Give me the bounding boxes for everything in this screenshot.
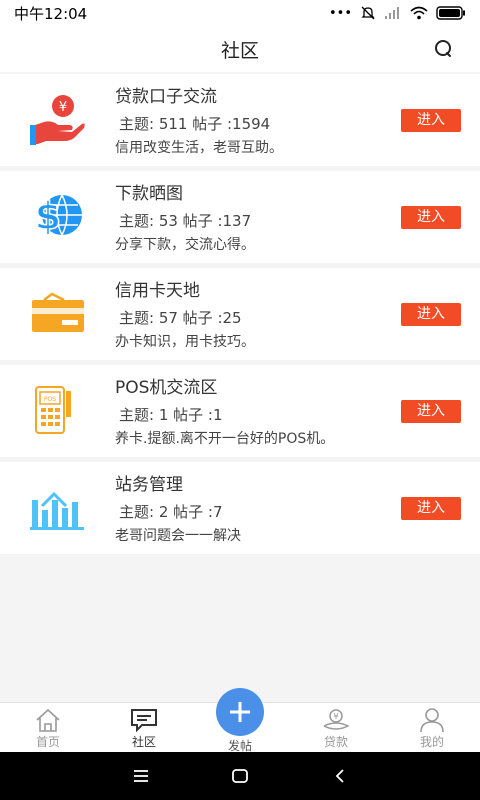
home-square-icon[interactable]	[231, 768, 249, 784]
forum-name: 下款晒图	[115, 184, 183, 204]
loan-coin-icon: ¥	[323, 709, 350, 730]
enter-button[interactable]: 进入	[401, 109, 461, 132]
tab-home-label: 首页	[35, 735, 60, 749]
forum-item-pos[interactable]: POS POS机交流区 主题: 1 帖子 :1 养卡.提额.离不开一台好的POS…	[0, 365, 480, 457]
plus-icon	[230, 702, 250, 722]
enter-button[interactable]: 进入	[401, 497, 461, 520]
enter-button[interactable]: 进入	[401, 303, 461, 326]
forum-stats: 主题: 511 帖子 :1594	[119, 115, 271, 133]
forum-stats: 主题: 53 帖子 :137	[119, 212, 252, 230]
tab-community[interactable]: 社区	[96, 703, 192, 753]
post-button[interactable]	[216, 688, 264, 736]
mute-bell-icon	[361, 6, 375, 20]
tab-mine[interactable]: 我的	[384, 703, 480, 753]
forum-item-loan[interactable]: ¥ 贷款口子交流 主题: 511 帖子 :1594 信用改变生活，老哥互助。 进…	[0, 74, 480, 166]
forum-list: ¥ 贷款口子交流 主题: 511 帖子 :1594 信用改变生活，老哥互助。 进…	[0, 74, 480, 559]
loan-hand-icon: ¥	[30, 95, 85, 145]
svg-text:POS: POS	[44, 396, 56, 403]
tab-loan[interactable]: ¥ 贷款	[288, 703, 384, 753]
forum-item-credit-card[interactable]: 信用卡天地 主题: 57 帖子 :25 办卡知识，用卡技巧。 进入	[0, 268, 480, 360]
forum-stats: 主题: 57 帖子 :25	[119, 309, 242, 327]
chart-house-icon	[30, 491, 84, 530]
more-dots-icon: •••	[328, 5, 352, 21]
tab-community-label: 社区	[131, 735, 156, 749]
forum-name: 贷款口子交流	[115, 87, 217, 107]
status-time: 中午12:04	[14, 4, 88, 23]
dollar-globe-icon: $	[34, 193, 82, 239]
svg-text:¥: ¥	[59, 100, 67, 115]
forum-description: 信用改变生活，老哥互助。	[115, 140, 283, 156]
chat-bubble-icon	[131, 709, 157, 733]
pos-machine-icon: POS	[35, 386, 71, 434]
tab-loan-label: 贷款	[323, 735, 348, 749]
enter-button[interactable]: 进入	[401, 206, 461, 229]
menu-icon[interactable]	[132, 768, 150, 784]
home-icon	[36, 708, 60, 732]
forum-name: POS机交流区	[115, 378, 218, 398]
forum-stats: 主题: 2 帖子 :7	[119, 503, 223, 521]
credit-card-icon	[32, 292, 84, 332]
svg-text:¥: ¥	[333, 712, 338, 721]
wifi-icon	[410, 6, 428, 20]
tab-home[interactable]: 首页	[0, 703, 96, 753]
system-nav-bar	[0, 752, 480, 800]
battery-icon	[436, 6, 465, 20]
forum-name: 站务管理	[115, 475, 183, 495]
status-bar: 中午12:04 •••	[0, 0, 480, 26]
forum-stats: 主题: 1 帖子 :1	[119, 406, 223, 424]
top-bar: 社区	[0, 26, 480, 72]
forum-description: 办卡知识，用卡技巧。	[115, 334, 255, 350]
page-title: 社区	[220, 39, 259, 62]
search-icon[interactable]	[432, 37, 456, 61]
forum-description: 分享下款，交流心得。	[115, 237, 255, 253]
forum-item-loan-proof[interactable]: $ 下款晒图 主题: 53 帖子 :137 分享下款，交流心得。 进入	[0, 171, 480, 263]
tab-mine-label: 我的	[419, 735, 444, 749]
back-icon[interactable]	[332, 768, 348, 784]
signal-icon	[385, 7, 399, 19]
forum-name: 信用卡天地	[115, 281, 200, 301]
status-icons: •••	[329, 5, 466, 21]
enter-button[interactable]: 进入	[401, 400, 461, 423]
forum-description: 老哥问题会一一解决	[115, 528, 241, 544]
forum-item-admin[interactable]: 站务管理 主题: 2 帖子 :7 老哥问题会一一解决 进入	[0, 462, 480, 554]
svg-text:$: $	[35, 194, 61, 238]
user-icon	[420, 708, 444, 733]
forum-description: 养卡.提额.离不开一台好的POS机。	[115, 431, 335, 447]
